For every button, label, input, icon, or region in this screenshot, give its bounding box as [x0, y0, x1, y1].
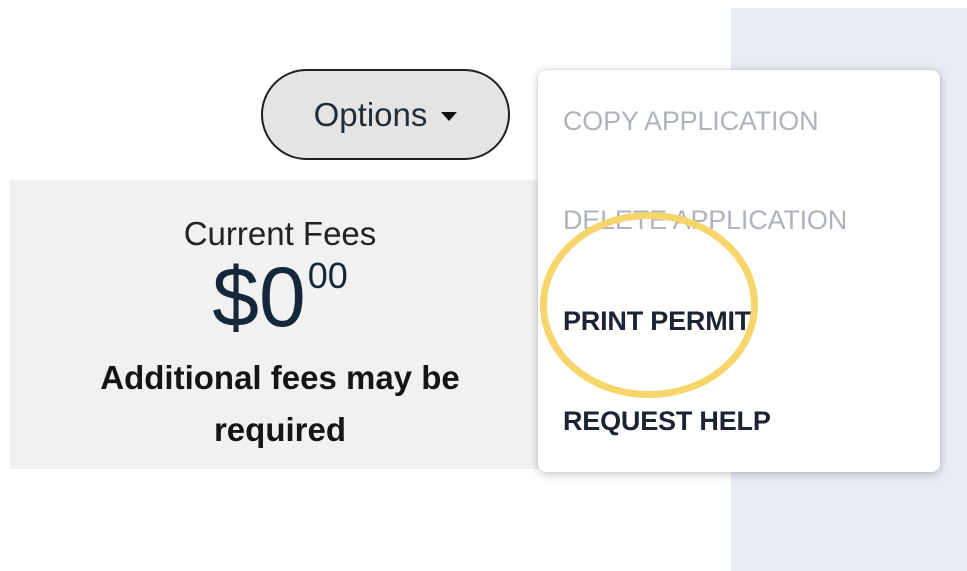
fees-amount-dollars: $0 [212, 250, 306, 344]
fees-title: Current Fees [183, 215, 377, 252]
fees-amount-cents: 00 [307, 255, 348, 296]
fees-note-line2: required [213, 411, 347, 448]
menu-item-request-help[interactable]: REQUEST HELP [563, 406, 771, 437]
options-button[interactable]: Options [261, 69, 510, 160]
fees-note: Additional fees may be required [70, 352, 490, 456]
options-button-label: Options [313, 95, 428, 133]
menu-item-copy-application: COPY APPLICATION [563, 106, 819, 136]
fees-panel: Current Fees $000 Additional fees may be… [10, 180, 550, 469]
fees-amount: $000 [10, 255, 550, 339]
options-dropdown-menu: COPY APPLICATION DELETE APPLICATION PRIN… [538, 70, 940, 472]
menu-item-print-permit[interactable]: PRINT PERMIT [563, 306, 751, 337]
fees-note-line1: Additional fees may be [100, 359, 460, 396]
caret-down-icon [441, 112, 458, 121]
menu-item-delete-application: DELETE APPLICATION [563, 205, 847, 235]
